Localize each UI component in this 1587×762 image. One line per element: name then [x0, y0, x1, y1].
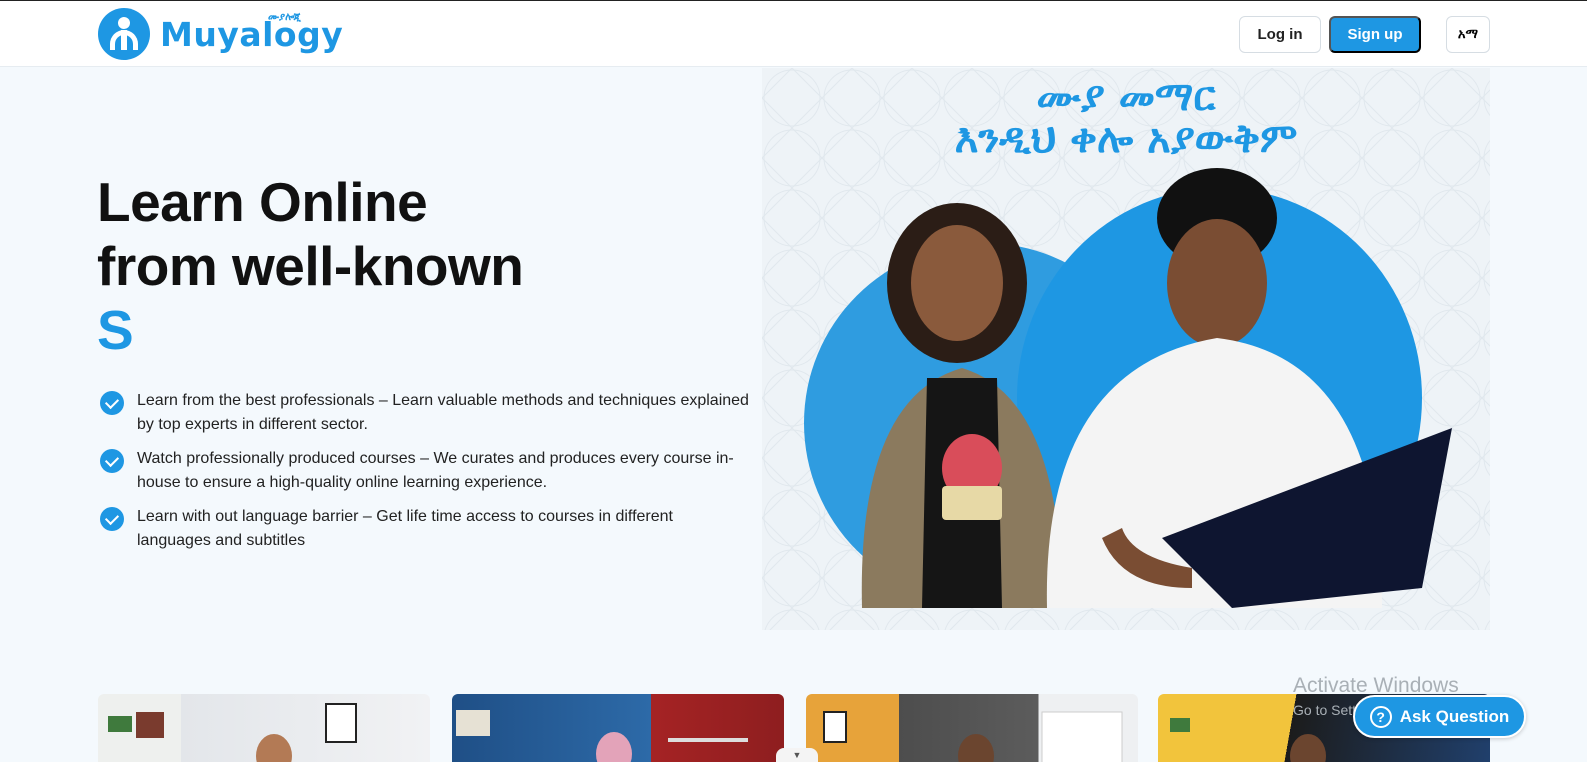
course-thumbnail — [456, 710, 748, 762]
course-thumbnail — [823, 711, 1123, 762]
check-circle-icon — [100, 391, 124, 415]
course-card[interactable] — [806, 694, 1138, 762]
feature-list: Learn from the best professionals – Lear… — [100, 389, 750, 563]
course-card[interactable] — [452, 694, 784, 762]
question-icon: ? — [1369, 705, 1392, 728]
course-card[interactable] — [98, 694, 430, 762]
check-circle-icon — [100, 449, 124, 473]
language-button[interactable]: አማ — [1446, 16, 1490, 53]
course-thumbnail — [108, 703, 357, 762]
brand-name: Muyalogy — [160, 14, 344, 54]
feature-text: Watch professionally produced courses – … — [137, 450, 734, 491]
signup-button[interactable]: Sign up — [1329, 16, 1421, 53]
ask-question-label: Ask Question — [1399, 706, 1510, 726]
feature-item: Learn from the best professionals – Lear… — [100, 389, 750, 437]
logo-icon — [98, 8, 150, 60]
check-circle-icon — [100, 507, 124, 531]
hero-image: ሙያ መማር እንዲህ ቀሎ አያውቅም — [762, 68, 1490, 630]
hero-title-accent: S — [97, 299, 134, 361]
brand-subtitle: ሙያሎጂ — [268, 12, 301, 23]
hero-title: Learn Online from well-known S — [97, 170, 524, 362]
ask-question-button[interactable]: ? Ask Question — [1353, 695, 1526, 738]
hero-people-illustration — [861, 168, 1452, 608]
feature-item: Learn with out language barrier – Get li… — [100, 505, 750, 553]
site-header: Muyalogy ሙያሎጂ Log in Sign up አማ — [0, 1, 1587, 67]
feature-text: Learn from the best professionals – Lear… — [137, 392, 749, 433]
chevron-down-icon[interactable]: ▼ — [776, 748, 818, 762]
hero-title-line2: from well-known — [97, 235, 524, 297]
login-button[interactable]: Log in — [1239, 16, 1321, 53]
hero-title-line1: Learn Online — [97, 171, 428, 233]
feature-text: Learn with out language barrier – Get li… — [137, 508, 673, 549]
brand-logo[interactable]: Muyalogy ሙያሎጂ — [98, 8, 343, 60]
feature-item: Watch professionally produced courses – … — [100, 447, 750, 495]
